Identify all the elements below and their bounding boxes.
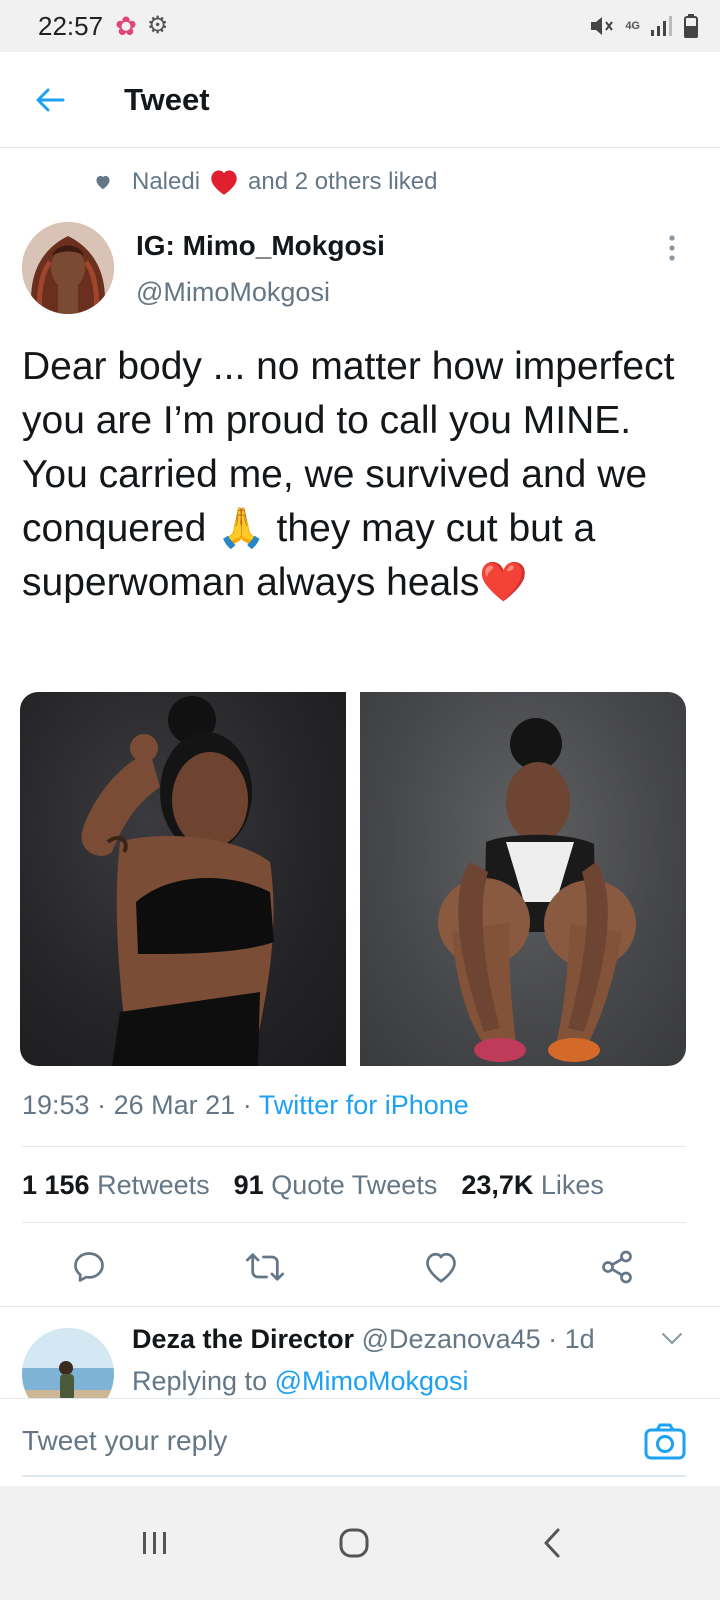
meta-separator: · [242,1090,259,1120]
battery-icon [684,14,698,38]
tweet-stats: 1 156 Retweets 91 Quote Tweets 23,7K Lik… [22,1170,628,1201]
back-icon[interactable] [522,1520,582,1566]
signal-icon [651,16,672,36]
tweet-actions [0,1240,720,1294]
gear-icon: ⚙ [146,12,169,39]
tweet-source[interactable]: Twitter for iPhone [259,1090,469,1120]
section-divider [0,1306,720,1307]
social-context[interactable]: Naledi and 2 others liked [94,168,438,196]
tweet-photo-1[interactable] [20,692,346,1066]
replying-to: Replying to @MimoMokgosi [132,1366,469,1397]
camera-icon[interactable] [642,1419,688,1465]
quotes-stat[interactable]: 91 Quote Tweets [234,1170,438,1201]
mute-icon [591,17,614,35]
tweet-time: 19:53 [22,1090,90,1120]
status-time: 22:57 [38,10,104,41]
divider [22,1146,686,1147]
reply-input[interactable] [22,1425,582,1457]
recents-icon[interactable] [125,1520,185,1566]
status-bar: 22:57 ✿ ⚙ 4G [0,0,720,52]
reply-separator: · [540,1324,565,1354]
heart-icon [96,175,110,190]
reply-author-handle[interactable]: @Dezanova45 [362,1324,541,1354]
more-vertical-icon[interactable] [660,234,684,264]
chevron-down-icon[interactable] [660,1330,684,1351]
home-icon[interactable] [324,1520,384,1566]
network-type: 4G [625,19,640,32]
divider [22,1222,686,1223]
retweets-stat[interactable]: 1 156 Retweets [22,1170,210,1201]
compose-bar [0,1398,720,1486]
reply-time: 1d [564,1324,595,1354]
tweet-text: Dear body ... no matter how imperfect yo… [22,345,686,604]
meta-separator: · [97,1090,114,1120]
compose-underline [22,1475,686,1477]
red-heart-emoji [211,170,237,195]
reply-header: Deza the Director @Dezanova45 · 1d [132,1324,595,1355]
back-arrow-icon[interactable] [0,52,100,148]
likes-label: Likes [540,1170,604,1200]
likes-count: 23,7K [461,1170,534,1200]
author-handle[interactable]: @MimoMokgosi [136,277,330,308]
retweets-count: 1 156 [22,1170,90,1200]
tweet-photo-2[interactable] [360,692,686,1066]
reply-icon[interactable] [62,1240,116,1294]
replying-prefix: Replying to [132,1366,268,1396]
android-nav-bar [0,1486,720,1600]
avatar[interactable] [22,222,114,314]
retweets-label: Retweets [97,1170,210,1200]
tweet-date: 26 Mar 21 [113,1090,236,1120]
retweet-icon[interactable] [238,1240,292,1294]
share-icon[interactable] [590,1240,644,1294]
like-icon[interactable] [414,1240,468,1294]
quotes-label: Quote Tweets [271,1170,438,1200]
tweet-meta: 19:53 · 26 Mar 21 · Twitter for iPhone [22,1090,469,1121]
app-header: Tweet [0,52,720,148]
status-icons: 4G [589,14,698,38]
author-name[interactable]: IG: Mimo_Mokgosi [136,230,385,262]
page-title: Tweet [124,81,210,117]
tweet-media [20,692,686,1066]
likes-stat[interactable]: 23,7K Likes [461,1170,604,1201]
liked-rest: and 2 others liked [248,168,438,195]
replying-mention[interactable]: @MimoMokgosi [275,1366,469,1396]
reply-author-name[interactable]: Deza the Director [132,1324,354,1354]
quotes-count: 91 [233,1170,264,1200]
flower-icon: ✿ [115,11,137,41]
liker-name: Naledi [132,168,201,195]
